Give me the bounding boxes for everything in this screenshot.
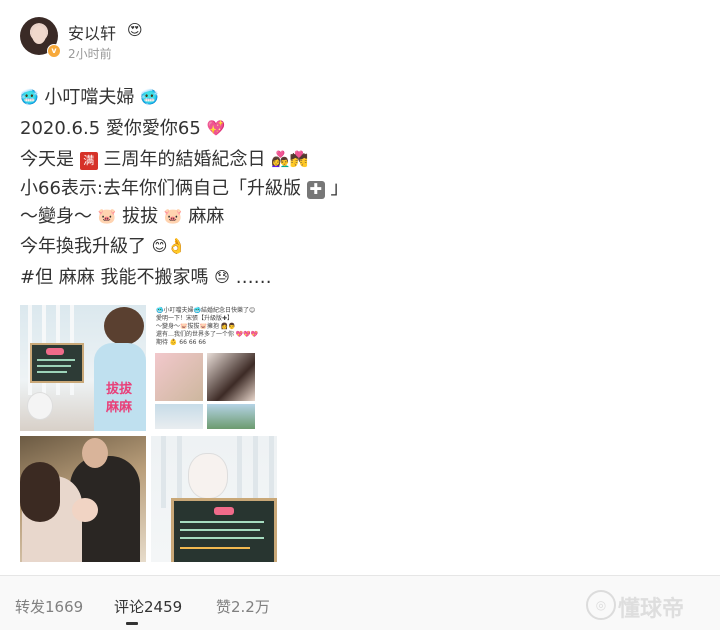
couple-emoji-icon: 👩‍❤️‍👨💏: [271, 150, 309, 168]
post-text: 小66表示:去年你们俩自己「升級版: [20, 178, 301, 199]
sweat-emoji-icon: 😓: [214, 268, 230, 286]
chalk-line: [37, 365, 71, 367]
post-text: 今天是: [20, 149, 74, 170]
mini-text-line: 愛明一下！宋張【升級版✚】: [156, 315, 234, 322]
smile-ok-icon: 😊👌: [151, 237, 187, 255]
avatar-face: [32, 26, 46, 44]
post-text: 2020.6.5 愛你愛你65: [20, 118, 201, 139]
full-badge-icon: 满: [79, 152, 98, 170]
weibo-post: v 安以轩 😍 2小时前 🥶 小叮噹夫婦 🥶 2020.6.5 愛你愛你65 💖…: [0, 0, 720, 630]
chalk-line: [37, 371, 67, 373]
crib-bar: [161, 436, 166, 508]
post-line-6: 今年換我升級了 😊👌: [20, 235, 186, 258]
emoji-icon: 🥶: [20, 88, 39, 106]
baby-shirt-text: 拔拔 麻麻: [106, 382, 133, 415]
post-image-4[interactable]: [151, 436, 277, 562]
post-text: 拔拔: [122, 206, 159, 227]
chalk-line: [180, 547, 250, 549]
post-line-1: 🥶 小叮噹夫婦 🥶: [20, 86, 159, 109]
post-line-7: #但 麻麻 我能不搬家嗎 😓 ……: [20, 266, 272, 289]
comment-tab[interactable]: 评论2459: [114, 596, 182, 617]
post-line-5: ～變身～ 🐷 拔拔 🐷 麻麻: [20, 205, 224, 228]
chalkboard: [171, 498, 277, 562]
like-button[interactable]: 赞2.2万: [216, 596, 270, 617]
post-line-4: 小66表示:去年你们俩自己「升級版 ✚ 」: [20, 178, 348, 200]
user-name[interactable]: 安以轩: [68, 20, 116, 44]
post-image-2[interactable]: 🥶小叮噹夫婦🥶結婚紀念日快樂了😊 愛明一下！宋張【升級版✚】 ～變身～🐷拔拔🐷擁…: [151, 305, 277, 431]
active-tab-indicator: [126, 622, 138, 625]
post-line-2: 2020.6.5 愛你愛你65 💖: [20, 117, 225, 140]
chalk-line: [180, 521, 264, 523]
watermark-text: 懂球帝: [618, 597, 685, 622]
chalk-mark: [46, 348, 64, 355]
post-image-1[interactable]: 拔拔 麻麻: [20, 305, 146, 431]
teddy-bear: [28, 393, 52, 419]
post-text: 三周年的結婚紀念日: [103, 149, 266, 170]
chalk-line: [37, 359, 75, 361]
thumbnail: [155, 353, 203, 401]
mini-text-line: ～變身～🐷拔拔🐷擁抱 👩👨: [156, 323, 236, 330]
woman-hair: [20, 462, 60, 522]
post-image-3[interactable]: [20, 436, 146, 562]
pig-icon: 🐷: [163, 207, 183, 225]
repost-button[interactable]: 转发1669: [15, 596, 83, 617]
hashtag-text[interactable]: #但 麻麻 我能不搬家嗎: [20, 267, 209, 288]
thumbnail: [207, 404, 255, 429]
heart-icon: 💖: [206, 119, 226, 137]
mini-text-line: 🥶小叮噹夫婦🥶結婚紀念日快樂了😊: [156, 307, 256, 314]
post-text: ……: [235, 267, 272, 288]
post-line-3: 今天是 满 三周年的結婚紀念日 👩‍❤️‍👨💏: [20, 148, 309, 171]
emoji-icon: 🥶: [140, 88, 159, 106]
post-text: 」: [330, 178, 349, 199]
thumbnail: [155, 404, 203, 429]
post-text: 小叮噹夫婦: [44, 87, 135, 108]
chalk-line: [180, 537, 264, 539]
chalk-mark: [214, 507, 234, 515]
watermark-logo-icon: ◎: [586, 590, 616, 620]
post-time[interactable]: 2小时前: [68, 45, 112, 62]
infant-figure: [72, 498, 98, 522]
mini-text-line: 期待 👶 66 66 66: [156, 339, 207, 346]
post-text: 麻麻: [188, 206, 225, 227]
crown-badge-icon[interactable]: 😍: [127, 22, 143, 38]
chalk-line: [180, 529, 260, 531]
baby-head: [104, 307, 144, 345]
post-text: ～變身～: [20, 206, 92, 227]
chalkboard: [30, 343, 84, 383]
post-text: 今年換我升級了: [20, 236, 146, 257]
plus-icon: ✚: [306, 181, 325, 199]
mini-text-line: 還有…我们的世界多了一个你 💖💖💖: [156, 331, 259, 338]
verified-badge-icon: v: [47, 44, 61, 58]
teddy-bear: [189, 454, 227, 498]
man-head: [82, 438, 108, 468]
thumbnail: [207, 353, 255, 401]
pig-icon: 🐷: [97, 207, 117, 225]
